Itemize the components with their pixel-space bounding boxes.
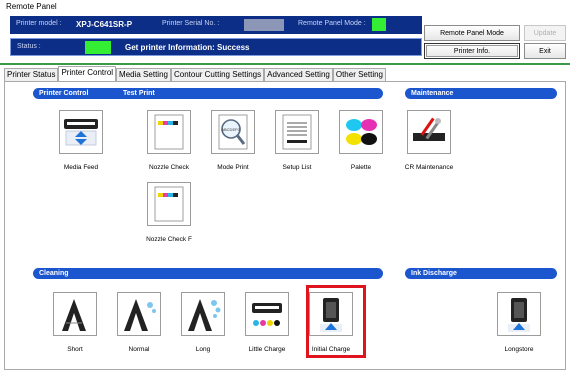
little-charge-icon [252, 303, 282, 326]
longstore-label: Longstore [504, 346, 534, 353]
initial-charge-highlight [306, 285, 366, 358]
status-indicator [85, 41, 111, 54]
long-cleaning-button[interactable] [181, 292, 225, 336]
tab-advanced-setting[interactable]: Advanced Setting [264, 68, 333, 81]
nozzle-check-label: Nozzle Check [148, 164, 190, 171]
status-row: Status : Get printer Information: Succes… [10, 38, 422, 56]
media-feed-icon [64, 119, 98, 146]
remote-panel-mode-button[interactable]: Remote Panel Mode [424, 25, 520, 41]
section-test-print: Test Print [117, 88, 383, 99]
long-cleaning-icon [188, 299, 221, 331]
printer-info-button[interactable]: Printer Info. [424, 43, 520, 59]
remote-mode-label: Remote Panel Mode : [298, 20, 366, 27]
short-cleaning-label: Short [67, 346, 83, 353]
palette-icon [346, 119, 377, 145]
nozzle-check-f-label: Nozzle Check F [146, 236, 192, 243]
window-title: Remote Panel [0, 0, 570, 14]
header-separator [0, 63, 570, 65]
mode-print-button[interactable]: ABCDEFG [211, 110, 255, 154]
tab-printer-status[interactable]: Printer Status [4, 68, 59, 81]
nozzle-check-f-icon [154, 186, 184, 222]
printer-serial-value [244, 19, 284, 31]
short-cleaning-button[interactable] [53, 292, 97, 336]
tab-contour-cutting-settings[interactable]: Contour Cutting Settings [170, 68, 265, 81]
printer-serial-label: Printer Serial No. : [162, 20, 220, 27]
printer-model-label: Printer model : [16, 20, 62, 27]
tab-printer-control[interactable]: Printer Control [58, 66, 117, 81]
remote-mode-indicator [372, 18, 386, 31]
tab-bar: Printer Status Printer Control Media Set… [4, 66, 386, 81]
normal-cleaning-label: Normal [128, 346, 150, 353]
printer-info-row: Printer model : XPJ-C641SR-P Printer Ser… [10, 16, 422, 34]
nozzle-check-button[interactable] [147, 110, 191, 154]
normal-cleaning-button[interactable] [117, 292, 161, 336]
mode-print-badge: ABCDEFG [221, 127, 240, 132]
palette-button[interactable] [339, 110, 383, 154]
update-button[interactable]: Update [524, 25, 566, 41]
media-feed-label: Media Feed [63, 164, 99, 171]
normal-cleaning-icon [124, 299, 156, 331]
long-cleaning-label: Long [195, 346, 211, 353]
section-ink-discharge: Ink Discharge [405, 268, 557, 279]
cr-maintenance-button[interactable] [407, 110, 451, 154]
section-maintenance: Maintenance [405, 88, 557, 99]
mode-print-label: Mode Print [217, 164, 249, 171]
little-charge-label: Little Charge [248, 346, 286, 353]
cr-maintenance-label: CR Maintenance [404, 164, 454, 171]
short-cleaning-icon [62, 299, 86, 331]
mode-print-icon: ABCDEFG [218, 114, 248, 150]
setup-list-button[interactable] [275, 110, 319, 154]
section-cleaning: Cleaning [33, 268, 383, 279]
status-label: Status : [17, 43, 41, 50]
printer-header: Printer model : XPJ-C641SR-P Printer Ser… [4, 16, 566, 60]
setup-list-icon [282, 114, 312, 150]
status-message: Get printer Information: Success [125, 43, 250, 52]
nozzle-check-icon [154, 114, 184, 150]
printer-model-value: XPJ-C641SR-P [76, 20, 133, 29]
little-charge-button[interactable] [245, 292, 289, 336]
tab-media-setting[interactable]: Media Setting [116, 68, 171, 81]
tab-other-setting[interactable]: Other Setting [332, 68, 386, 81]
cr-maintenance-icon [413, 117, 445, 141]
setup-list-label: Setup List [282, 164, 312, 171]
palette-label: Palette [350, 164, 372, 171]
longstore-button[interactable] [497, 292, 541, 336]
exit-button[interactable]: Exit [524, 43, 566, 59]
longstore-icon [508, 298, 530, 332]
media-feed-button[interactable] [59, 110, 103, 154]
nozzle-check-f-button[interactable] [147, 182, 191, 226]
printer-control-panel: Printer Control Test Print Maintenance M… [4, 81, 566, 370]
